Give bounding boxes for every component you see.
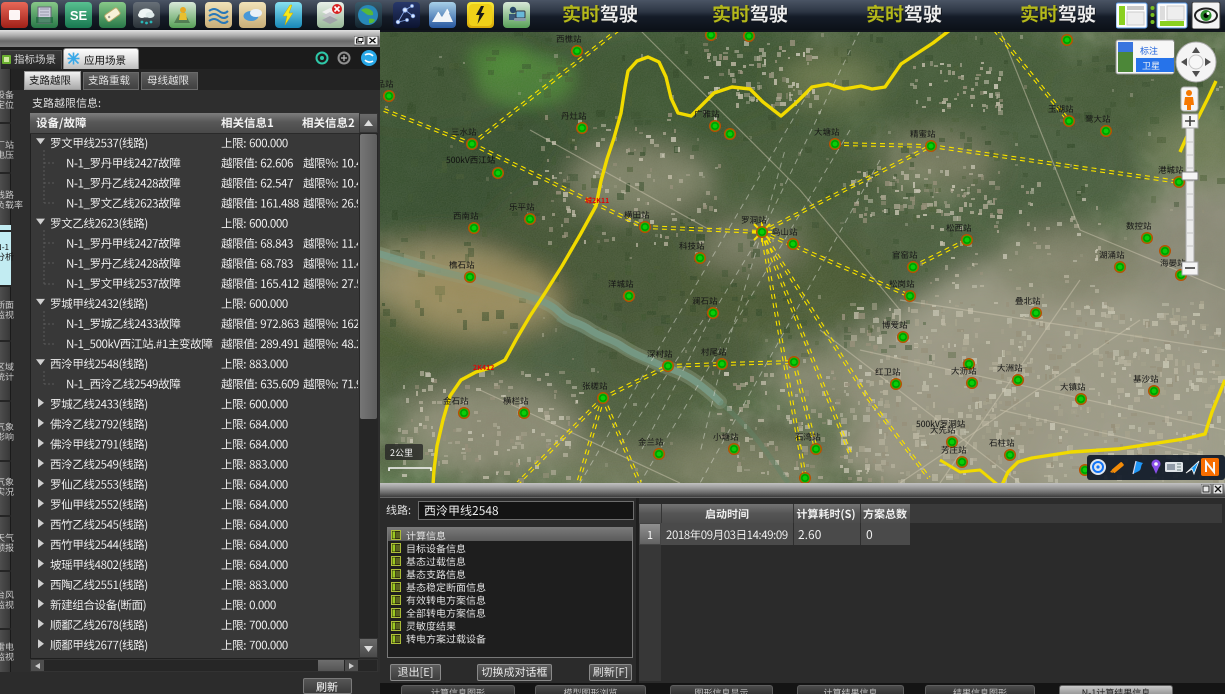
- svg-text:SE: SE: [70, 8, 88, 23]
